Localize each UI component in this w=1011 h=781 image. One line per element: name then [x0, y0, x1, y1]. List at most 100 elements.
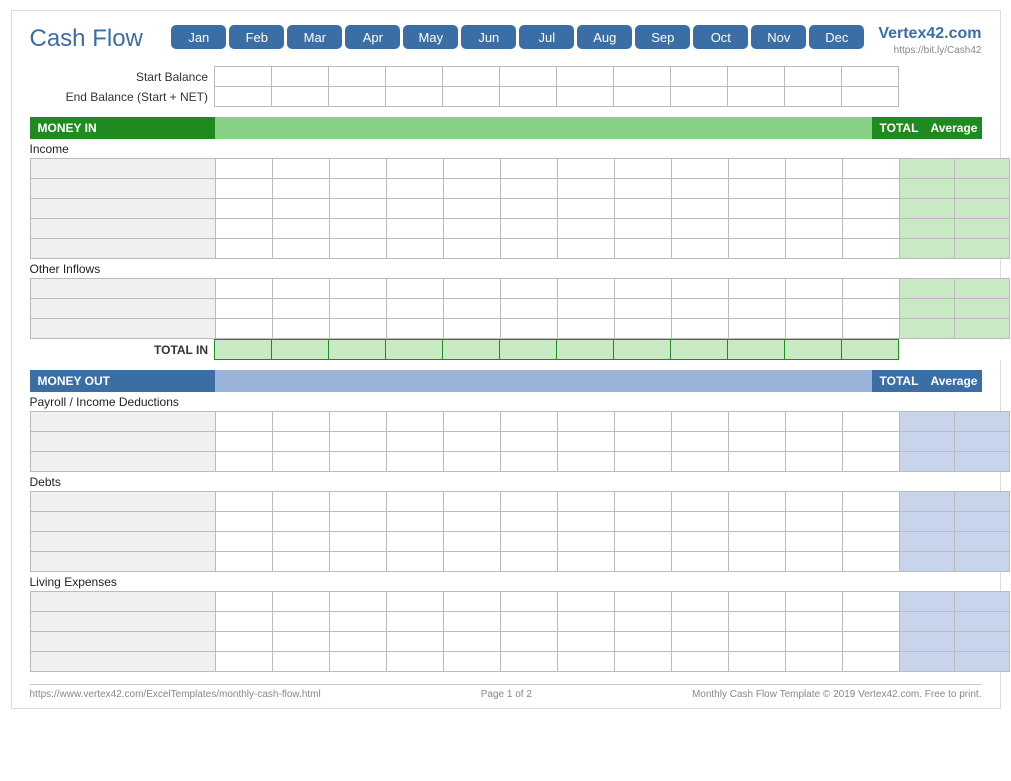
- month-cell[interactable]: [557, 432, 614, 452]
- month-cell[interactable]: [215, 432, 272, 452]
- month-cell[interactable]: [329, 412, 386, 432]
- month-cell[interactable]: [785, 219, 842, 239]
- month-cell[interactable]: [842, 612, 899, 632]
- month-cell[interactable]: [842, 412, 899, 432]
- month-cell[interactable]: [443, 652, 500, 672]
- month-cell[interactable]: [329, 219, 386, 239]
- month-cell[interactable]: [272, 552, 329, 572]
- month-cell[interactable]: [614, 632, 671, 652]
- month-cell[interactable]: [500, 412, 557, 432]
- month-cell[interactable]: [386, 179, 443, 199]
- month-cell[interactable]: [671, 592, 728, 612]
- month-cell[interactable]: [785, 512, 842, 532]
- month-cell[interactable]: [842, 239, 899, 259]
- month-cell[interactable]: [443, 319, 500, 339]
- month-cell[interactable]: [443, 239, 500, 259]
- month-cell[interactable]: [329, 159, 386, 179]
- month-cell[interactable]: [215, 319, 272, 339]
- month-cell[interactable]: [785, 299, 842, 319]
- month-cell[interactable]: [728, 219, 785, 239]
- month-cell[interactable]: [500, 279, 557, 299]
- month-cell[interactable]: [272, 319, 329, 339]
- month-cell[interactable]: [557, 199, 614, 219]
- month-cell[interactable]: [614, 532, 671, 552]
- month-cell[interactable]: [386, 279, 443, 299]
- row-label-cell[interactable]: [30, 552, 215, 572]
- month-cell[interactable]: [557, 412, 614, 432]
- month-cell[interactable]: [272, 239, 329, 259]
- row-label-cell[interactable]: [30, 159, 215, 179]
- month-cell[interactable]: [386, 319, 443, 339]
- month-cell[interactable]: [785, 319, 842, 339]
- month-cell[interactable]: [557, 532, 614, 552]
- month-cell[interactable]: [557, 652, 614, 672]
- month-cell[interactable]: [272, 432, 329, 452]
- month-cell[interactable]: [215, 552, 272, 572]
- month-cell[interactable]: [671, 492, 728, 512]
- month-cell[interactable]: [785, 632, 842, 652]
- month-cell[interactable]: [671, 552, 728, 572]
- month-cell[interactable]: [842, 592, 899, 612]
- balance-cell[interactable]: [842, 87, 899, 107]
- month-cell[interactable]: [842, 279, 899, 299]
- month-cell[interactable]: [215, 532, 272, 552]
- month-cell[interactable]: [215, 592, 272, 612]
- month-cell[interactable]: [443, 452, 500, 472]
- month-cell[interactable]: [842, 299, 899, 319]
- month-cell[interactable]: [443, 412, 500, 432]
- month-cell[interactable]: [671, 652, 728, 672]
- month-cell[interactable]: [500, 159, 557, 179]
- month-cell[interactable]: [671, 512, 728, 532]
- row-label-cell[interactable]: [30, 279, 215, 299]
- month-cell[interactable]: [728, 239, 785, 259]
- month-cell[interactable]: [614, 219, 671, 239]
- month-cell[interactable]: [785, 492, 842, 512]
- month-cell[interactable]: [329, 179, 386, 199]
- balance-cell[interactable]: [443, 87, 500, 107]
- month-cell[interactable]: [671, 612, 728, 632]
- month-cell[interactable]: [386, 219, 443, 239]
- month-cell[interactable]: [272, 492, 329, 512]
- month-cell[interactable]: [443, 552, 500, 572]
- month-cell[interactable]: [728, 199, 785, 219]
- month-cell[interactable]: [443, 199, 500, 219]
- month-cell[interactable]: [557, 319, 614, 339]
- month-cell[interactable]: [785, 239, 842, 259]
- month-cell[interactable]: [785, 452, 842, 472]
- month-cell[interactable]: [842, 552, 899, 572]
- month-cell[interactable]: [614, 412, 671, 432]
- month-cell[interactable]: [785, 532, 842, 552]
- month-cell[interactable]: [215, 199, 272, 219]
- balance-cell[interactable]: [728, 87, 785, 107]
- month-cell[interactable]: [557, 219, 614, 239]
- row-label-cell[interactable]: [30, 199, 215, 219]
- row-label-cell[interactable]: [30, 512, 215, 532]
- month-cell[interactable]: [500, 199, 557, 219]
- month-cell[interactable]: [386, 239, 443, 259]
- month-cell[interactable]: [329, 552, 386, 572]
- month-cell[interactable]: [785, 279, 842, 299]
- month-cell[interactable]: [728, 279, 785, 299]
- month-cell[interactable]: [329, 199, 386, 219]
- balance-cell[interactable]: [614, 67, 671, 87]
- month-cell[interactable]: [329, 432, 386, 452]
- month-cell[interactable]: [272, 412, 329, 432]
- month-cell[interactable]: [272, 592, 329, 612]
- row-label-cell[interactable]: [30, 219, 215, 239]
- month-cell[interactable]: [671, 412, 728, 432]
- balance-cell[interactable]: [329, 67, 386, 87]
- month-cell[interactable]: [671, 179, 728, 199]
- month-cell[interactable]: [215, 179, 272, 199]
- month-cell[interactable]: [386, 412, 443, 432]
- month-cell[interactable]: [785, 179, 842, 199]
- month-cell[interactable]: [215, 279, 272, 299]
- row-label-cell[interactable]: [30, 412, 215, 432]
- month-cell[interactable]: [728, 652, 785, 672]
- month-cell[interactable]: [614, 299, 671, 319]
- balance-cell[interactable]: [386, 67, 443, 87]
- month-cell[interactable]: [614, 239, 671, 259]
- month-cell[interactable]: [614, 552, 671, 572]
- month-cell[interactable]: [500, 552, 557, 572]
- month-cell[interactable]: [329, 279, 386, 299]
- month-cell[interactable]: [557, 632, 614, 652]
